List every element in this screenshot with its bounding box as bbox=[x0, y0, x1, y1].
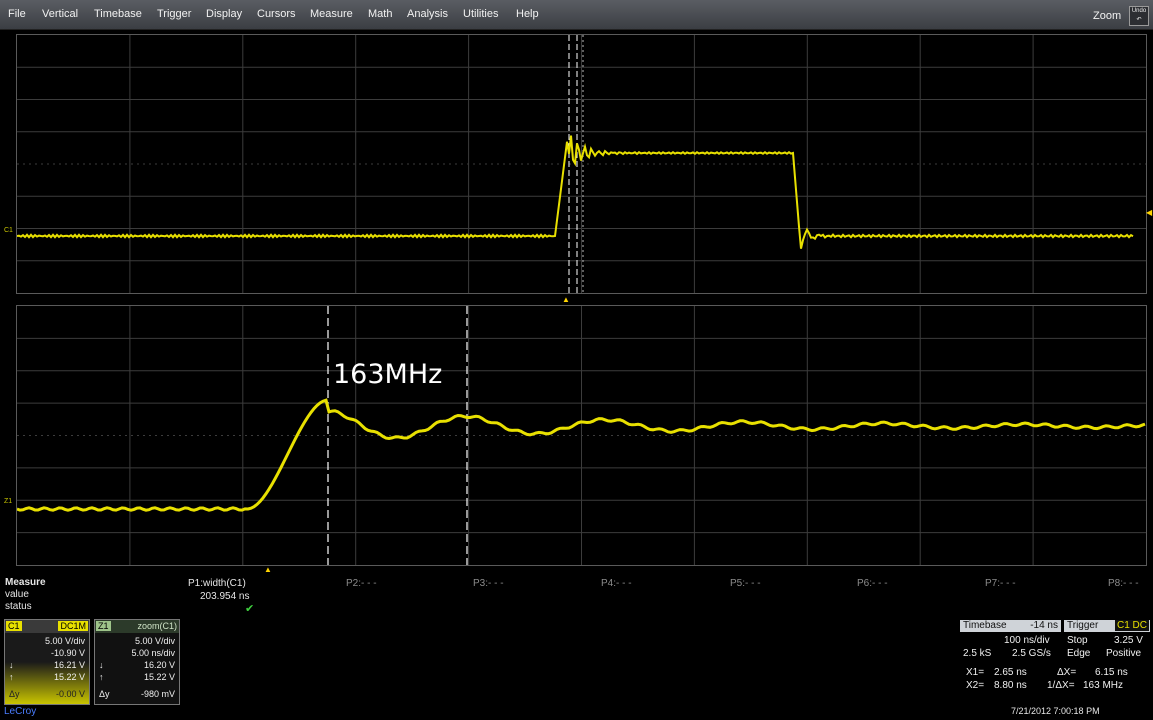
z1-cursor1-icon: ↓ bbox=[99, 660, 104, 670]
upper-grid-canvas bbox=[17, 35, 1146, 293]
undo-label: Undo bbox=[1131, 8, 1147, 14]
menu-analysis[interactable]: Analysis bbox=[407, 8, 448, 20]
upper-gridlines bbox=[17, 35, 1146, 293]
timebase-delay: -14 ns bbox=[1030, 620, 1058, 631]
timebase-descriptor[interactable]: Timebase -14 ns bbox=[960, 620, 1061, 632]
param-p6-header[interactable]: P6:- - - bbox=[857, 578, 888, 589]
cursor-inv-dx-label: 1/ΔX= bbox=[1047, 680, 1075, 691]
param-p3-header[interactable]: P3:- - - bbox=[473, 578, 504, 589]
z1-descriptor-header: Z1 zoom(C1) bbox=[95, 620, 179, 633]
param-p1-value: 203.954 ns bbox=[200, 591, 250, 602]
trigger-slope: Positive bbox=[1106, 648, 1142, 659]
z1-vscale: 5.00 V/div bbox=[134, 636, 175, 646]
menu-utilities[interactable]: Utilities bbox=[463, 8, 498, 20]
menu-trigger[interactable]: Trigger bbox=[157, 8, 191, 20]
param-p7-header[interactable]: P7:- - - bbox=[985, 578, 1016, 589]
z1-cursor1-value: 16.20 V bbox=[143, 660, 175, 670]
c1-cursor2-value: 15.22 V bbox=[53, 672, 85, 682]
c1-cursor1-icon: ↓ bbox=[9, 660, 14, 670]
menu-display[interactable]: Display bbox=[206, 8, 242, 20]
menu-math[interactable]: Math bbox=[368, 8, 392, 20]
c1-descriptor-header: C1 DC1M bbox=[5, 620, 89, 633]
timebase-sample-rate: 2.5 GS/s bbox=[1012, 648, 1051, 659]
trigger-descriptor[interactable]: Trigger C1 DC bbox=[1064, 620, 1150, 632]
lower-channel-tag: Z1 bbox=[4, 498, 13, 505]
lower-zoom-grid[interactable] bbox=[16, 305, 1147, 566]
param-p5-header[interactable]: P5:- - - bbox=[730, 578, 761, 589]
trigger-type: Edge bbox=[1067, 648, 1091, 659]
z1-source: zoom(C1) bbox=[137, 621, 177, 631]
upper-waveform-grid[interactable] bbox=[16, 34, 1147, 294]
cursor-x2-label: X2= bbox=[966, 680, 985, 691]
menu-vertical[interactable]: Vertical bbox=[42, 8, 78, 20]
z1-cursor2-icon: ↑ bbox=[99, 672, 104, 682]
trigger-position-marker: ▲ bbox=[562, 295, 570, 304]
timebase-samples: 2.5 kS bbox=[963, 648, 992, 659]
c1-tag: C1 bbox=[6, 621, 22, 631]
trigger-mode: Stop bbox=[1067, 635, 1088, 646]
c1-channel-descriptor[interactable]: C1 DC1M 5.00 V/div -10.90 V ↓ 16.21 V ↑ … bbox=[4, 619, 90, 705]
timestamp: 7/21/2012 7:00:18 PM bbox=[1011, 706, 1100, 716]
menu-cursors[interactable]: Cursors bbox=[257, 8, 296, 20]
cursor-x1-label: X1= bbox=[966, 667, 985, 678]
param-p1-header[interactable]: P1:width(C1) bbox=[188, 578, 246, 589]
lower-gridlines bbox=[17, 306, 1146, 565]
c1-cursor2-icon: ↑ bbox=[9, 672, 14, 682]
c1-cursor1-value: 16.21 V bbox=[53, 660, 85, 670]
c1-waveform bbox=[17, 135, 1134, 249]
brand-logo[interactable]: LeCroy bbox=[4, 706, 36, 717]
zoom-trigger-marker: ▲ bbox=[264, 565, 272, 574]
z1-hscale: 5.00 ns/div bbox=[131, 648, 175, 658]
cursor-dx-label: ΔX= bbox=[1057, 667, 1077, 678]
param-p4-header[interactable]: P4:- - - bbox=[601, 578, 632, 589]
measure-title: Measure bbox=[5, 577, 46, 588]
z1-zoom-descriptor[interactable]: Z1 zoom(C1) 5.00 V/div 5.00 ns/div ↓ 16.… bbox=[94, 619, 180, 705]
c1-offset: -10.90 V bbox=[50, 648, 85, 658]
cursor-x1-value: 2.65 ns bbox=[994, 667, 1027, 678]
cursor-dx-value: 6.15 ns bbox=[1095, 667, 1128, 678]
frequency-annotation: 163MHz bbox=[333, 359, 443, 390]
menu-help[interactable]: Help bbox=[516, 8, 539, 20]
menu-measure[interactable]: Measure bbox=[310, 8, 353, 20]
z1-tag: Z1 bbox=[96, 621, 111, 631]
z1-cursor2-value: 15.22 V bbox=[143, 672, 175, 682]
trigger-channel: C1 DC bbox=[1114, 620, 1149, 631]
lower-grid-canvas bbox=[17, 306, 1146, 565]
param-p8-header[interactable]: P8:- - - bbox=[1108, 578, 1139, 589]
zoom-button[interactable]: Zoom bbox=[1093, 10, 1121, 22]
c1-delta-label: Δy bbox=[9, 689, 20, 699]
timebase-label: Timebase bbox=[963, 620, 1007, 631]
measure-table: Measure value status P1:width(C1) 203.95… bbox=[0, 574, 1153, 615]
menu-file[interactable]: File bbox=[8, 8, 26, 20]
c1-delta-value: -0.00 V bbox=[55, 689, 85, 699]
cursor-x2-value: 8.80 ns bbox=[994, 680, 1027, 691]
undo-icon: ↶ bbox=[1136, 17, 1142, 23]
trigger-level: 3.25 V bbox=[1114, 635, 1143, 646]
param-p2-header[interactable]: P2:- - - bbox=[346, 578, 377, 589]
measure-row-status: status bbox=[5, 601, 32, 612]
trigger-level-marker: ◀ bbox=[1146, 208, 1153, 217]
menu-timebase[interactable]: Timebase bbox=[94, 8, 142, 20]
trigger-label: Trigger bbox=[1067, 620, 1099, 631]
z1-delta-label: Δy bbox=[99, 689, 110, 699]
undo-button[interactable]: Undo ↶ bbox=[1129, 6, 1149, 26]
timebase-per-div: 100 ns/div bbox=[1004, 635, 1050, 646]
measure-row-value: value bbox=[5, 589, 29, 600]
z1-delta-value: -980 mV bbox=[140, 689, 175, 699]
cursor-inv-dx-value: 163 MHz bbox=[1083, 680, 1124, 691]
upper-channel-tag: C1 bbox=[4, 227, 13, 234]
c1-vscale: 5.00 V/div bbox=[44, 636, 85, 646]
param-p1-status-check-icon: ✔ bbox=[245, 603, 255, 615]
menu-bar: File Vertical Timebase Trigger Display C… bbox=[0, 0, 1153, 30]
c1-coupling: DC1M bbox=[58, 621, 88, 631]
